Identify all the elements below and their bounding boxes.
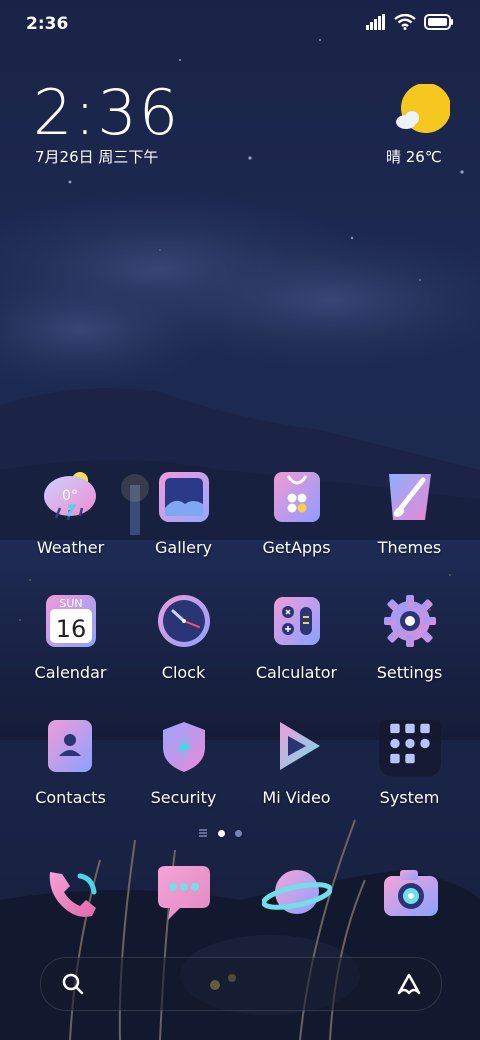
sun-cloud-icon [396, 84, 450, 133]
app-calendar[interactable]: SUN 16 Calendar [14, 595, 127, 705]
clock-widget-time[interactable]: 2:36 [33, 76, 180, 149]
menu-lines-icon [199, 829, 207, 837]
app-label: Calendar [34, 663, 107, 682]
assistant-icon[interactable] [395, 971, 423, 997]
search-icon[interactable] [61, 972, 85, 996]
app-label: Settings [376, 663, 443, 682]
phone-icon[interactable] [40, 862, 106, 928]
app-label: Calculator [255, 663, 338, 682]
app-system-folder[interactable]: System [353, 720, 466, 830]
app-contacts[interactable]: Contacts [14, 720, 127, 830]
app-label: GetApps [262, 538, 331, 557]
app-label: System [379, 788, 440, 807]
app-label: Contacts [35, 788, 106, 807]
app-security[interactable]: Security [127, 720, 240, 830]
wifi-icon [394, 14, 416, 30]
weather-widget[interactable]: 晴 26℃ [380, 84, 450, 174]
signal-icon [366, 14, 385, 30]
battery-icon [424, 14, 453, 30]
app-weather[interactable]: 0° Weather [14, 470, 127, 580]
app-label: Themes [377, 538, 442, 557]
settings-icon [383, 595, 436, 647]
calendar-day-number: 16 [55, 615, 86, 643]
app-gallery[interactable]: Gallery [127, 470, 240, 580]
weather-widget-temp: 晴 26℃ [386, 148, 442, 166]
app-mi-video[interactable]: Mi Video [240, 720, 353, 830]
clock-widget-date: 7月26日 周三下午 [35, 148, 159, 166]
themes-icon [388, 474, 431, 520]
search-bar[interactable] [40, 957, 442, 1011]
camera-icon[interactable] [380, 866, 446, 932]
status-time: 2:36 [26, 14, 69, 34]
messages-icon[interactable] [150, 864, 216, 930]
weather-app-badge: 0° [62, 488, 78, 504]
app-settings[interactable]: Settings [353, 595, 466, 705]
calendar-day-name: SUN [59, 597, 82, 610]
app-label: Clock [161, 663, 206, 682]
status-bar: 2:36 [0, 0, 480, 50]
system-folder-icon [378, 720, 441, 777]
calendar-icon: SUN 16 [45, 595, 96, 647]
app-themes[interactable]: Themes [353, 470, 466, 580]
app-label: Gallery [155, 538, 212, 557]
browser-icon[interactable] [262, 862, 332, 928]
app-clock[interactable]: Clock [127, 595, 240, 705]
app-label: Weather [36, 538, 105, 557]
app-calculator[interactable]: Calculator [240, 595, 353, 705]
page-dot-active[interactable] [218, 829, 225, 837]
status-icons [366, 14, 454, 30]
page-indicator[interactable] [198, 828, 242, 838]
mi-video-icon [279, 722, 320, 770]
calculator-icon [273, 597, 320, 645]
contacts-icon [47, 720, 92, 772]
gallery-icon [158, 472, 209, 522]
weather-icon: 0° [43, 472, 96, 521]
app-label: Mi Video [262, 788, 331, 807]
app-label: Security [150, 788, 217, 807]
page-dot[interactable] [235, 829, 242, 837]
app-getapps[interactable]: GetApps [240, 470, 353, 580]
clock-icon [157, 595, 210, 647]
getapps-icon [273, 472, 320, 522]
security-icon [162, 722, 205, 772]
